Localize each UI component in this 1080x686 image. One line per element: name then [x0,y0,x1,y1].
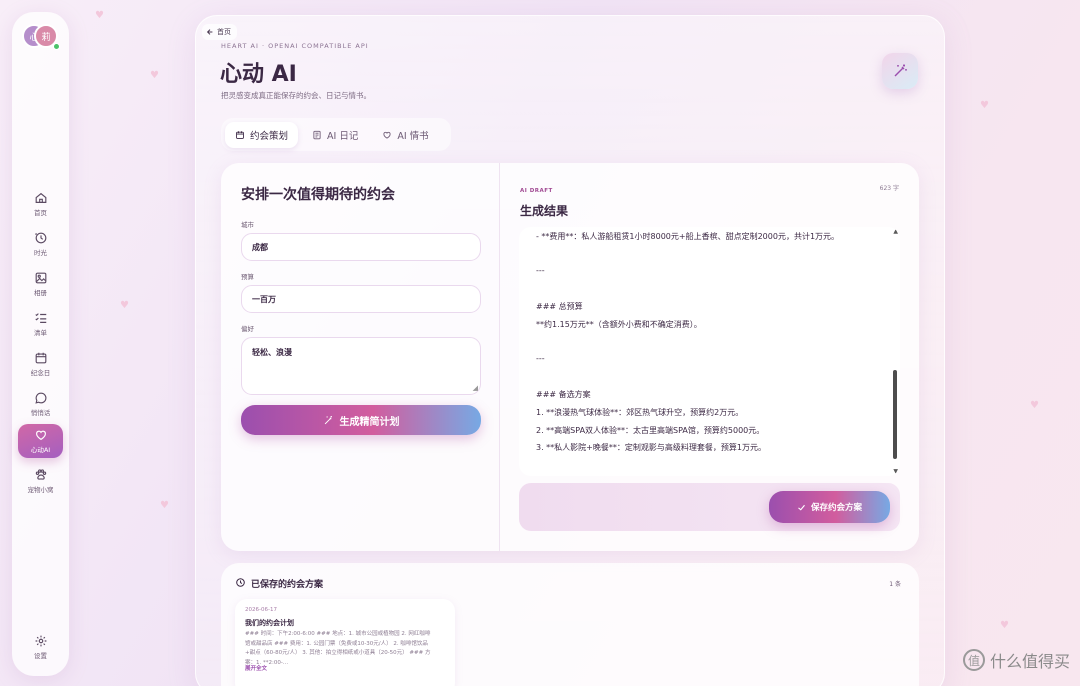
date-plan-card: 安排一次值得期待的约会 城市 成都 预算 一百万 偏好 轻松、浪漫 ◢ 生成精简… [221,163,919,551]
tab-label: AI 日记 [327,130,359,142]
sidebar-item-settings[interactable]: 设置 [18,630,63,664]
preference-label: 偏好 [241,325,254,333]
sidebar: 心 莉 首页 时光 相册 清单 纪念日 悄悄话 心动AI 宠物小窝 设置 [12,12,69,676]
saved-plans-section: 已保存的约会方案 1 条 2026-06-17 我们的约会计划 ### 时间：下… [221,563,919,686]
history-icon [236,578,245,587]
tab-ai-love-letter[interactable]: AI 情书 [372,122,438,148]
couple-avatars[interactable]: 心 莉 [22,24,62,50]
back-label: 首页 [217,28,231,36]
saved-plan-card[interactable]: 2026-06-17 我们的约会计划 ### 时间：下午2:00-6:00 ##… [235,599,455,686]
watermark-text: 什么值得买 [989,652,1070,671]
result-line: **约1.15万元**（含额外小费和不确定消费）。 [536,320,702,329]
magic-wand-icon [894,64,907,77]
saved-plan-date: 2026-06-17 [245,607,277,613]
page-eyebrow: HEART AI · OPENAI COMPATIBLE API [221,42,369,50]
check-icon [798,504,805,511]
char-count: 623 字 [879,185,899,192]
image-icon [35,272,46,284]
heart-ai-icon [35,430,46,441]
sidebar-item-label: 宠物小窝 [27,486,54,494]
page-subtitle: 把灵感变成真正能保存的约会、日记与情书。 [221,91,371,100]
tab-date-plan[interactable]: 约会策划 [225,121,299,148]
budget-label: 预算 [241,273,254,281]
tab-label: AI 情书 [397,130,429,142]
sidebar-item-label: 悄悄话 [30,409,51,417]
preference-textarea[interactable]: 轻松、浪漫 ◢ [241,337,481,395]
sidebar-item-home[interactable]: 首页 [18,187,63,221]
magic-wand-button[interactable] [882,53,918,89]
arrow-left-icon [206,29,213,35]
sidebar-item-label: 清单 [34,329,47,337]
expand-full-link[interactable]: 展开全文 [245,664,267,672]
tab-bar: 约会策划 AI 日记 AI 情书 [221,118,451,151]
sidebar-item-label: 首页 [34,209,47,217]
watermark: 值 什么值得买 [962,648,1070,672]
sidebar-item-label: 时光 [34,249,47,257]
back-button[interactable]: 首页 [202,24,237,40]
scroll-up-icon[interactable]: ▲ [893,228,898,235]
home-icon [35,192,46,203]
city-label: 城市 [241,221,254,229]
saved-plan-excerpt: ### 时间：下午2:00-6:00 ### 地点：1. 城市公园或植物园 2.… [245,631,431,666]
card-divider [499,163,500,551]
save-plan-label: 保存约会方案 [810,503,862,513]
sidebar-item-whisper[interactable]: 悄悄话 [18,387,63,421]
generate-plan-button[interactable]: 生成精简计划 [241,405,481,435]
saved-count: 1 条 [889,581,901,588]
sidebar-item-timeline[interactable]: 时光 [18,227,63,261]
sidebar-item-label: 心动AI [30,446,51,454]
result-line: --- [536,266,545,275]
budget-field[interactable]: 一百万 [241,285,481,313]
city-field[interactable]: 成都 [241,233,481,261]
generate-plan-label: 生成精简计划 [339,416,400,428]
preference-value: 轻松、浪漫 [252,348,292,357]
tab-ai-diary[interactable]: AI 日记 [302,122,368,148]
form-title: 安排一次值得期待的约会 [241,187,395,203]
result-textarea[interactable]: - **费用**：私人游船租赁1小时8000元+船上香槟、甜点定制2000元，共… [519,227,900,476]
calendar-icon [236,130,244,139]
sidebar-item-label: 设置 [34,652,47,660]
saved-plan-title: 我们的约会计划 [245,619,294,627]
magic-wand-icon [324,415,332,424]
save-bar: 保存约会方案 [519,483,900,531]
result-line: 3. **私人影院+晚餐**：定制观影与高级料理套餐，预算1万元。 [536,443,766,452]
calendar-icon [35,352,46,364]
sidebar-item-label: 相册 [34,289,47,297]
result-line: ### 备选方案 [536,390,591,399]
result-line: 1. **浪漫热气球体验**：郊区热气球升空，预算约2万元。 [536,408,744,417]
result-line: - **费用**：私人游船租赁1小时8000元+船上香槟、甜点定制2000元，共… [536,232,840,241]
result-line: --- [536,354,545,363]
history-icon [34,232,46,244]
checklist-icon [34,313,46,323]
sidebar-item-label: 纪念日 [30,369,51,377]
sidebar-item-heart-ai[interactable]: 心动AI [18,424,63,458]
resize-handle-icon[interactable]: ◢ [473,384,478,392]
result-eyebrow: AI DRAFT [520,188,553,194]
saved-title: 已保存的约会方案 [251,580,324,590]
heart-ai-panel: 首页 HEART AI · OPENAI COMPATIBLE API 心动 A… [195,15,945,686]
sidebar-item-list[interactable]: 清单 [18,307,63,341]
scrollbar-thumb[interactable] [893,370,897,459]
result-line: 2. **高端SPA双人体验**：太古里高端SPA馆，预算约5000元。 [536,426,765,435]
online-indicator [53,43,60,50]
chat-icon [34,392,46,404]
heart-icon [383,131,391,139]
watermark-logo-icon: 值 [962,649,985,671]
result-title: 生成结果 [520,204,569,218]
sidebar-item-anniversary[interactable]: 纪念日 [18,347,63,381]
result-line: ### 总预算 [536,302,583,311]
save-plan-button[interactable]: 保存约会方案 [769,491,890,523]
scroll-down-icon[interactable]: ▼ [893,468,898,475]
gear-icon [35,635,46,647]
tab-label: 约会策划 [250,130,289,142]
page-title: 心动 AI [220,62,297,87]
notebook-icon [313,130,321,139]
paw-icon [35,469,46,480]
sidebar-item-pet[interactable]: 宠物小窝 [18,464,63,498]
sidebar-item-album[interactable]: 相册 [18,267,63,301]
